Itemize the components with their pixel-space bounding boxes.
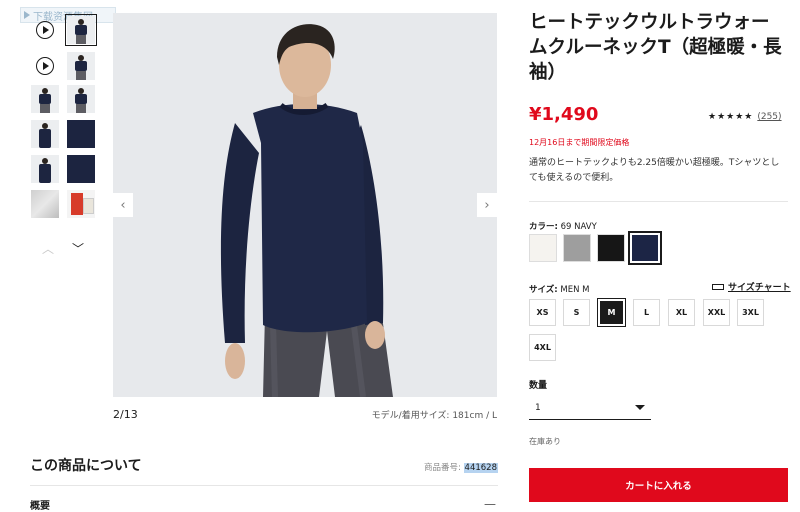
chevron-up-icon[interactable]: ︿: [42, 240, 54, 257]
color-label: カラー: 69 NAVY: [529, 220, 597, 232]
color-swatch-navy[interactable]: [628, 231, 662, 265]
play-icon: [36, 57, 54, 75]
stock-status: 在庫あり: [529, 437, 561, 446]
size-chart-label: サイズチャート: [728, 283, 791, 293]
model-size-info: モデル/着用サイズ: 181cm / L: [371, 411, 497, 421]
ruler-icon: [712, 283, 724, 290]
size-option-s[interactable]: S: [563, 299, 590, 326]
size-label-title: サイズ:: [529, 285, 558, 295]
color-swatch-gray[interactable]: [563, 234, 591, 262]
caret-down-icon: [635, 405, 645, 410]
review-count-link[interactable]: (255): [757, 112, 781, 122]
thumbnail-image: [67, 16, 95, 44]
chevron-down-icon[interactable]: ﹀: [72, 240, 84, 257]
thumbnail-image-5[interactable]: [31, 120, 59, 148]
chevron-left-icon: ‹: [120, 197, 126, 213]
color-swatches: [529, 231, 662, 265]
thumbnail-image-1[interactable]: [65, 14, 97, 46]
thumbnail-video-2[interactable]: [31, 52, 59, 80]
size-label: サイズ: MEN M: [529, 283, 589, 295]
size-option-xs[interactable]: XS: [529, 299, 556, 326]
thumbnail-image: [67, 155, 95, 183]
collapse-icon[interactable]: —: [484, 497, 496, 511]
thumbnail-image-2[interactable]: [67, 52, 95, 80]
about-heading: この商品について: [30, 458, 142, 474]
overview-heading[interactable]: 概要: [30, 497, 50, 512]
thumbnail-image-9[interactable]: [31, 190, 59, 218]
thumbnail-image-6[interactable]: [67, 120, 95, 148]
product-title: ヒートテックウルトラウォームクルーネックT（超極暖・長袖）: [529, 12, 782, 83]
play-icon: [36, 21, 54, 39]
size-option-xl[interactable]: XL: [668, 299, 695, 326]
divider: [30, 485, 498, 486]
size-option-4xl[interactable]: 4XL: [529, 334, 556, 361]
color-selected-value: 69 NAVY: [560, 222, 597, 232]
thumbnail-image: [67, 52, 95, 80]
thumbnail-image-4[interactable]: [67, 85, 95, 113]
quantity-label: 数量: [529, 381, 548, 391]
thumbnail-image-10[interactable]: [67, 190, 95, 218]
thumbnail-image-3[interactable]: [31, 85, 59, 113]
thumbnail-image: [67, 190, 95, 218]
image-next-button[interactable]: ›: [477, 193, 497, 217]
quantity-select[interactable]: 1: [529, 396, 651, 420]
thumbnail-nav: ︿ ﹀: [42, 240, 84, 257]
size-option-m[interactable]: M: [597, 298, 626, 327]
image-prev-button[interactable]: ‹: [113, 193, 133, 217]
color-swatch-white[interactable]: [529, 234, 557, 262]
quantity-value: 1: [535, 402, 541, 413]
play-icon: [24, 11, 30, 19]
product-main-image: [113, 13, 497, 397]
product-code-value: 441628: [463, 463, 498, 473]
add-to-cart-button[interactable]: カートに入れる: [529, 468, 788, 502]
size-option-l[interactable]: L: [633, 299, 660, 326]
product-description: 通常のヒートテックよりも2.25倍暖かい超極暖。Tシャツとしても使えるので便利。: [529, 158, 780, 183]
thumbnail-image: [31, 85, 59, 113]
thumbnail-image-8[interactable]: [67, 155, 95, 183]
star-icon: ★★★★★: [708, 112, 754, 122]
thumbnail-image: [31, 190, 59, 218]
size-option-3xl[interactable]: 3XL: [737, 299, 764, 326]
size-chart-link[interactable]: サイズチャート: [712, 280, 791, 293]
thumbnail-image: [67, 120, 95, 148]
chevron-right-icon: ›: [484, 197, 490, 213]
rating[interactable]: ★★★★★ (255): [708, 112, 782, 122]
thumbnail-video-1[interactable]: [31, 16, 59, 44]
product-price: ¥1,490: [529, 104, 599, 125]
thumbnail-image-7[interactable]: [31, 155, 59, 183]
size-option-xxl[interactable]: XXL: [703, 299, 730, 326]
model-photo: [113, 13, 497, 397]
color-label-title: カラー:: [529, 222, 558, 232]
color-swatch-black[interactable]: [597, 234, 625, 262]
thumbnail-image: [31, 155, 59, 183]
thumbnail-image: [31, 120, 59, 148]
divider: [529, 201, 788, 202]
thumbnail-image: [67, 85, 95, 113]
size-selected-value: MEN M: [560, 285, 590, 295]
image-position: 2/13: [113, 408, 138, 421]
product-code: 商品番号: 441628: [370, 461, 498, 473]
promo-text: 12月16日まで期間限定価格: [529, 138, 630, 147]
product-code-label: 商品番号:: [423, 463, 464, 473]
